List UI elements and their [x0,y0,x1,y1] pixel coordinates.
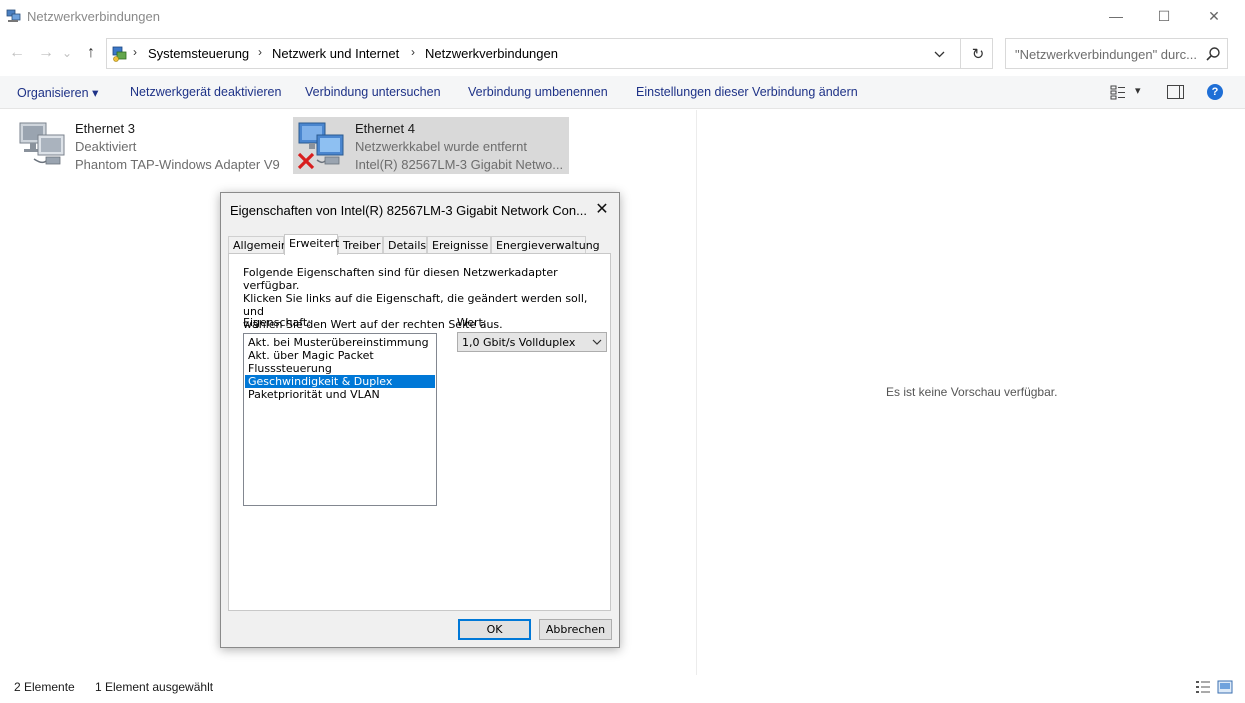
dialog-close-icon[interactable]: ✕ [591,198,613,220]
network-adapter-icon [19,122,65,165]
recent-locations-icon[interactable]: ⌄ [60,41,74,65]
breadcrumb-netzwerkverbindungen[interactable]: Netzwerkverbindungen [425,46,558,61]
tab-energieverwaltung[interactable]: Energieverwaltung [491,236,600,254]
disconnected-x-icon [297,152,315,170]
network-connections-icon [6,9,21,22]
tab-treiber[interactable]: Treiber [338,236,383,254]
list-item[interactable]: Flusssteuerung [245,362,435,375]
connection-status: Deaktiviert [75,139,137,154]
search-icon [1206,47,1220,61]
search-input[interactable]: "Netzwerkverbindungen" durc... [1005,38,1228,69]
refresh-icon[interactable]: ↻ [964,41,992,67]
ok-button[interactable]: OK [458,619,531,640]
chevron-down-icon [592,339,602,345]
list-item-selected[interactable]: Geschwindigkeit & Duplex [245,375,435,388]
rename-connection-button[interactable]: Verbindung umbenennen [468,85,608,99]
value-dropdown[interactable]: 1,0 Gbit/s Vollduplex [457,332,607,352]
connection-status: Netzwerkkabel wurde entfernt [355,139,527,154]
forward-icon[interactable]: → [35,41,57,65]
address-bar[interactable]: › Systemsteuerung › Netzwerk und Interne… [106,38,993,69]
view-options-button[interactable]: ▾ [1110,84,1146,102]
chevron-down-icon: ▾ [1135,85,1141,97]
breadcrumb-systemsteuerung[interactable]: Systemsteuerung [148,46,249,61]
properties-dialog: Eigenschaften von Intel(R) 82567LM-3 Gig… [220,192,620,648]
breadcrumb-separator: › [411,45,415,59]
up-icon[interactable]: ↑ [80,41,102,65]
breadcrumb-netzwerk-und-internet[interactable]: Netzwerk und Internet [272,46,399,61]
command-bar: Organisieren ▾ Netzwerkgerät deaktiviere… [0,76,1245,109]
list-item[interactable]: Akt. über Magic Packet [245,349,435,362]
list-item[interactable]: Paketpriorität und VLAN [245,388,435,401]
organize-button[interactable]: Organisieren ▾ [17,85,98,100]
dialog-title: Eigenschaften von Intel(R) 82567LM-3 Gig… [230,203,587,218]
preview-message: Es ist keine Vorschau verfügbar. [886,385,1058,399]
description-line: Klicken Sie links auf die Eigenschaft, d… [243,292,588,318]
property-label: Eigenschaft: [243,316,311,329]
value-selected: 1,0 Gbit/s Vollduplex [462,336,576,349]
details-view-icon[interactable] [1195,680,1211,694]
control-panel-icon [112,46,127,62]
connection-item-ethernet-3[interactable]: Ethernet 3 Deaktiviert Phantom TAP-Windo… [12,117,284,174]
disable-device-button[interactable]: Netzwerkgerät deaktivieren [130,85,281,99]
item-count: 2 Elemente [14,680,75,694]
title-bar: Netzwerkverbindungen — ☐ ✕ [0,0,1245,32]
connection-name: Ethernet 3 [75,121,135,136]
preview-pane-icon[interactable] [1167,85,1184,99]
status-view-buttons [1195,680,1233,694]
breadcrumb-separator: › [258,45,262,59]
change-settings-button[interactable]: Einstellungen dieser Verbindung ändern [636,85,858,99]
minimize-button[interactable]: — [1093,0,1139,32]
property-listbox[interactable]: Akt. bei Musterübereinstimmung Akt. über… [243,333,437,506]
details-view-icon [1110,85,1125,100]
connection-name: Ethernet 4 [355,121,415,136]
help-icon[interactable]: ? [1207,84,1223,100]
description-line: Folgende Eigenschaften sind für diesen N… [243,266,558,292]
value-label: Wert: [457,316,487,329]
chevron-down-icon [934,51,944,57]
selection-count: 1 Element ausgewählt [95,680,214,694]
back-icon[interactable]: ← [6,41,28,65]
chevron-down-icon: ▾ [92,86,99,100]
connection-adapter: Intel(R) 82567LM-3 Gigabit Netwo... [355,157,564,172]
tab-details[interactable]: Details [383,236,427,254]
tab-erweitert[interactable]: Erweitert [284,234,339,255]
window-title: Netzwerkverbindungen [27,9,160,24]
tab-allgemein[interactable]: Allgemein [228,236,288,254]
cancel-button[interactable]: Abbrechen [539,619,612,640]
close-button[interactable]: ✕ [1191,0,1237,32]
maximize-button[interactable]: ☐ [1141,0,1187,32]
address-divider [960,39,961,68]
large-icons-view-icon[interactable] [1217,680,1233,694]
preview-pane-divider[interactable] [696,110,697,675]
diagnose-connection-button[interactable]: Verbindung untersuchen [305,85,441,99]
tab-panel-erweitert: Folgende Eigenschaften sind für diesen N… [228,253,611,611]
list-item[interactable]: Akt. bei Musterübereinstimmung [245,336,435,349]
connection-item-ethernet-4[interactable]: Ethernet 4 Netzwerkkabel wurde entfernt … [293,117,569,174]
breadcrumb-separator: › [133,45,137,59]
tab-ereignisse[interactable]: Ereignisse [427,236,491,254]
address-history-button[interactable] [929,44,949,64]
organize-label: Organisieren [17,86,89,100]
search-placeholder: "Netzwerkverbindungen" durc... [1015,47,1197,62]
tab-strip: Allgemein Erweitert Treiber Details Erei… [228,234,613,255]
status-bar: 2 Elemente 1 Element ausgewählt [0,676,1245,703]
connection-adapter: Phantom TAP-Windows Adapter V9 [75,157,280,172]
